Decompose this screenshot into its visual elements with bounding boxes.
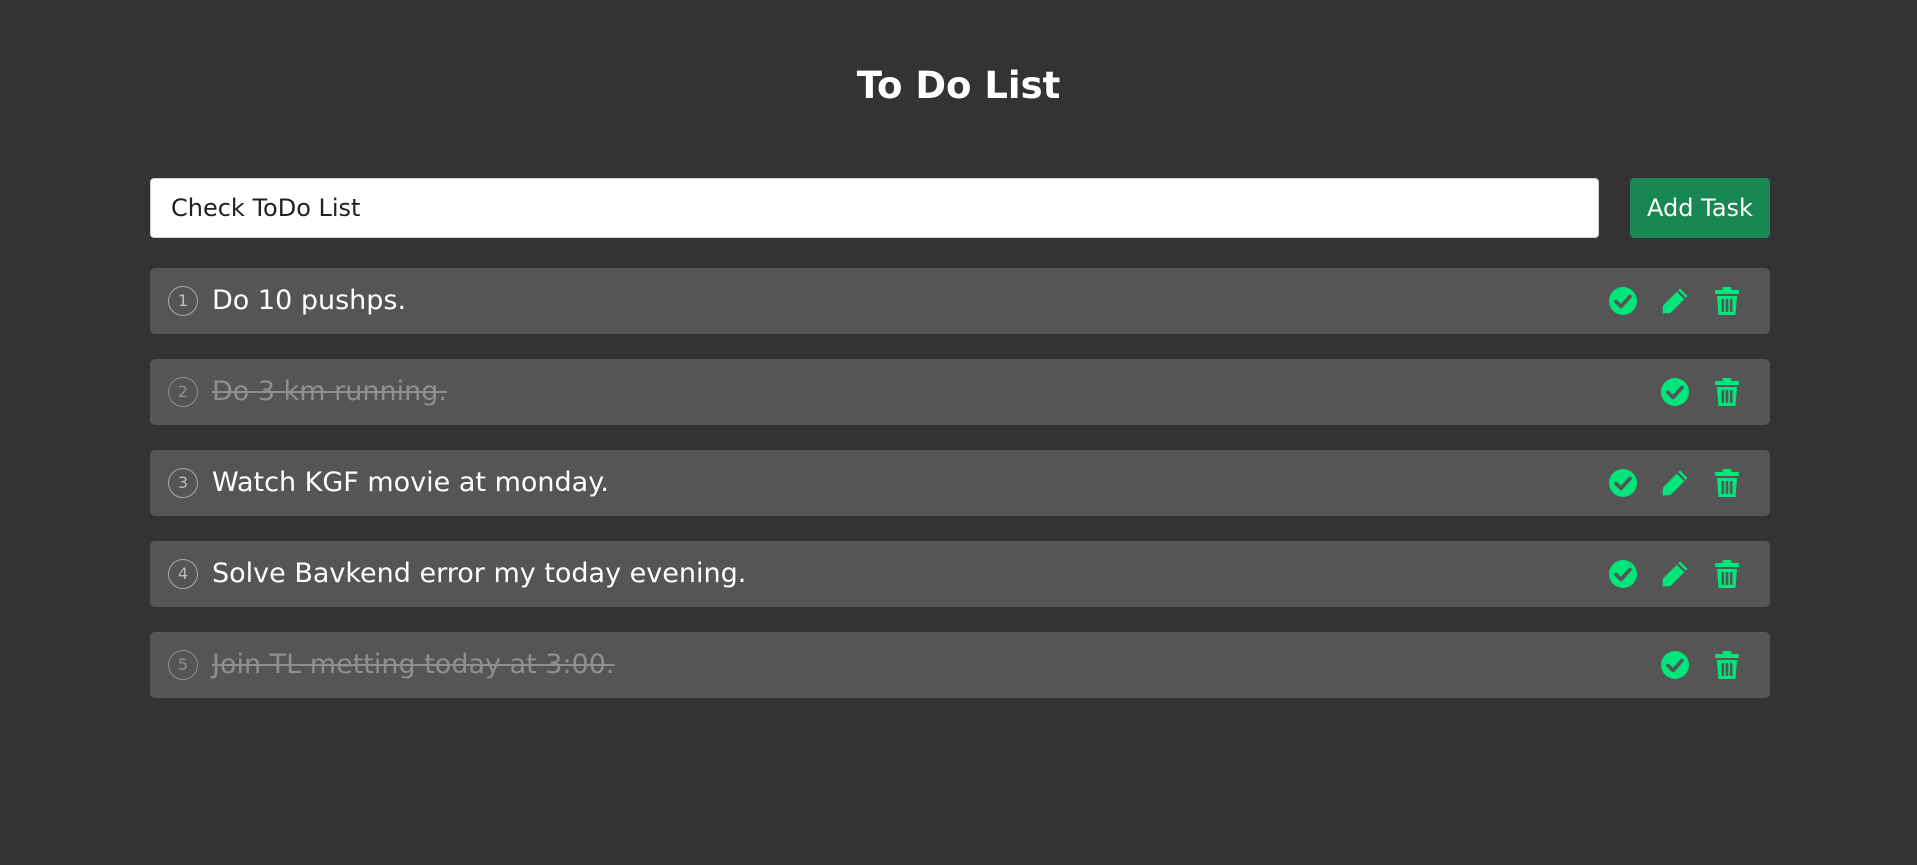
check-circle-icon [1659,649,1691,681]
todo-app: To Do List Add Task 1 Do 10 pushps. 2 Do… [0,0,1917,865]
trash-icon [1711,285,1743,317]
pencil-icon [1659,558,1691,590]
add-task-button[interactable]: Add Task [1630,178,1770,238]
pencil-icon [1659,285,1691,317]
task-item: 4 Solve Bavkend error my today evening. [150,541,1770,607]
check-circle-icon [1607,285,1639,317]
delete-task-button[interactable] [1711,649,1743,681]
task-text: Join TL metting today at 3:00. [212,632,615,698]
pencil-icon [1659,467,1691,499]
trash-icon [1711,558,1743,590]
task-number: 3 [168,468,198,498]
delete-task-button[interactable] [1711,467,1743,499]
task-number: 2 [168,377,198,407]
trash-icon [1711,467,1743,499]
task-item: 5 Join TL metting today at 3:00. [150,632,1770,698]
complete-task-button[interactable] [1659,649,1691,681]
task-number: 5 [168,650,198,680]
task-item: 3 Watch KGF movie at monday. [150,450,1770,516]
check-circle-icon [1607,467,1639,499]
task-number: 1 [168,286,198,316]
complete-task-button[interactable] [1607,285,1639,317]
page-title: To Do List [0,56,1917,116]
task-text: Do 3 km running. [212,359,447,425]
add-task-form: Add Task [150,178,1770,238]
edit-task-button[interactable] [1659,285,1691,317]
task-item: 2 Do 3 km running. [150,359,1770,425]
task-text: Watch KGF movie at monday. [212,450,609,516]
task-item: 1 Do 10 pushps. [150,268,1770,334]
task-input[interactable] [150,178,1599,238]
delete-task-button[interactable] [1711,376,1743,408]
edit-task-button[interactable] [1659,467,1691,499]
complete-task-button[interactable] [1607,558,1639,590]
trash-icon [1711,376,1743,408]
complete-task-button[interactable] [1607,467,1639,499]
task-number: 4 [168,559,198,589]
complete-task-button[interactable] [1659,376,1691,408]
task-text: Do 10 pushps. [212,268,406,334]
task-text: Solve Bavkend error my today evening. [212,541,746,607]
check-circle-icon [1607,558,1639,590]
delete-task-button[interactable] [1711,558,1743,590]
delete-task-button[interactable] [1711,285,1743,317]
check-circle-icon [1659,376,1691,408]
trash-icon [1711,649,1743,681]
task-list: 1 Do 10 pushps. 2 Do 3 km running. 3 [150,268,1770,723]
edit-task-button[interactable] [1659,558,1691,590]
